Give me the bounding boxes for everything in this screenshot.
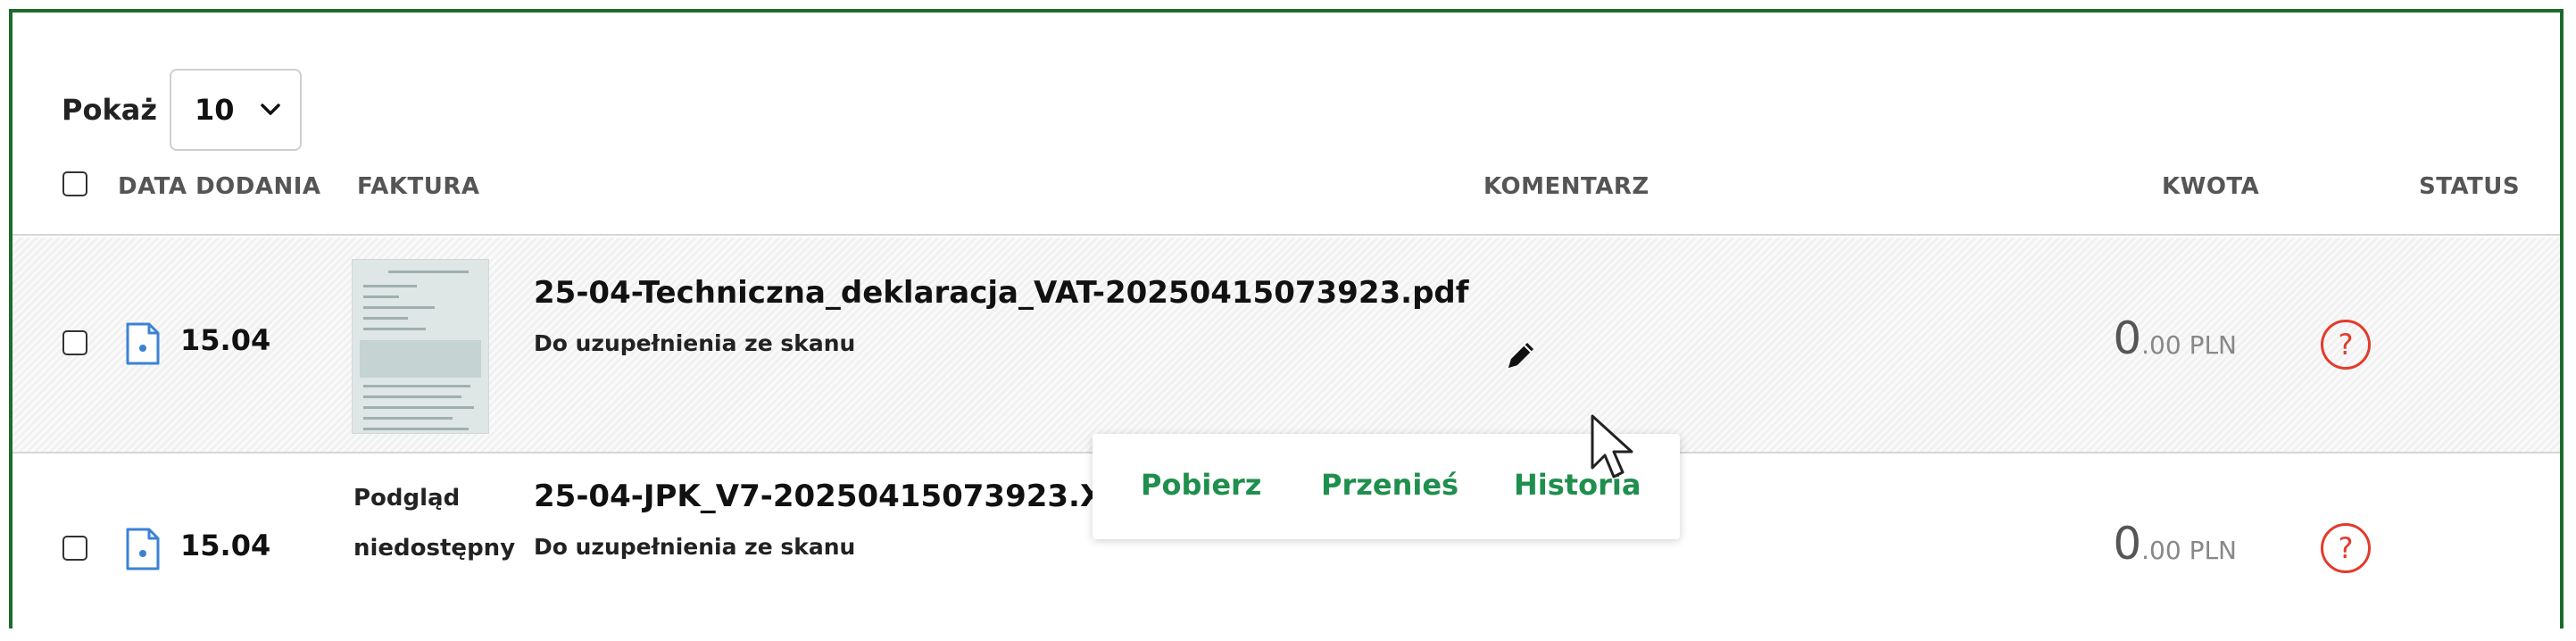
per-page-value: 10: [194, 93, 235, 127]
header-status[interactable]: STATUS: [2419, 173, 2520, 200]
file-icon: [126, 528, 160, 570]
per-page-select[interactable]: 10: [169, 69, 302, 151]
file-name-link[interactable]: 25-04-JPK_V7-20250415073923.XML: [534, 479, 1153, 514]
document-thumbnail[interactable]: [352, 259, 489, 434]
amount-integer: 0: [2113, 312, 2142, 364]
row-checkbox[interactable]: [62, 536, 87, 561]
move-link[interactable]: Przenieś: [1321, 468, 1458, 502]
amount-integer: 0: [2113, 518, 2142, 570]
status-symbol: ?: [2338, 531, 2354, 565]
header-divider: [12, 234, 2560, 236]
select-all-checkbox[interactable]: [62, 171, 87, 196]
invoice-list-panel: Pokaż 10 DATA DODANIA FAKTURA KOMENTARZ …: [9, 9, 2564, 629]
header-comment[interactable]: KOMENTARZ: [1483, 173, 1649, 200]
status-question-icon[interactable]: ?: [2321, 320, 2371, 370]
row-amount: 0.00 PLN: [2113, 518, 2237, 570]
file-icon: [126, 322, 160, 365]
mouse-cursor-icon: [1591, 414, 1633, 479]
row-date: 15.04: [180, 323, 271, 357]
header-invoice[interactable]: FAKTURA: [357, 173, 480, 200]
per-page-label: Pokaż: [62, 93, 157, 127]
table-header: DATA DODANIA FAKTURA KOMENTARZ KWOTA STA…: [12, 146, 2560, 236]
per-page-control: Pokaż 10: [62, 69, 302, 151]
row-amount: 0.00 PLN: [2113, 312, 2237, 364]
preview-unavailable-text: Podgląd niedostępny: [353, 485, 516, 562]
header-date[interactable]: DATA DODANIA: [118, 173, 321, 200]
edit-comment-pencil-icon[interactable]: [1503, 337, 1539, 373]
amount-decimal-currency: .00 PLN: [2141, 330, 2237, 360]
file-subtitle: Do uzupełnienia ze skanu: [534, 534, 856, 560]
status-symbol: ?: [2338, 328, 2354, 362]
row-checkbox[interactable]: [62, 330, 87, 355]
table-row[interactable]: 15.04 25-04-Techniczna_deklaracja_VAT-20…: [12, 237, 2560, 452]
file-name-link[interactable]: 25-04-Techniczna_deklaracja_VAT-20250415…: [534, 275, 1469, 311]
file-subtitle: Do uzupełnienia ze skanu: [534, 330, 856, 356]
chevron-down-icon: [261, 104, 280, 115]
amount-decimal-currency: .00 PLN: [2141, 536, 2237, 565]
row-date: 15.04: [180, 529, 271, 562]
header-amount[interactable]: KWOTA: [2162, 173, 2259, 200]
status-question-icon[interactable]: ?: [2321, 523, 2371, 573]
download-link[interactable]: Pobierz: [1141, 468, 1261, 502]
